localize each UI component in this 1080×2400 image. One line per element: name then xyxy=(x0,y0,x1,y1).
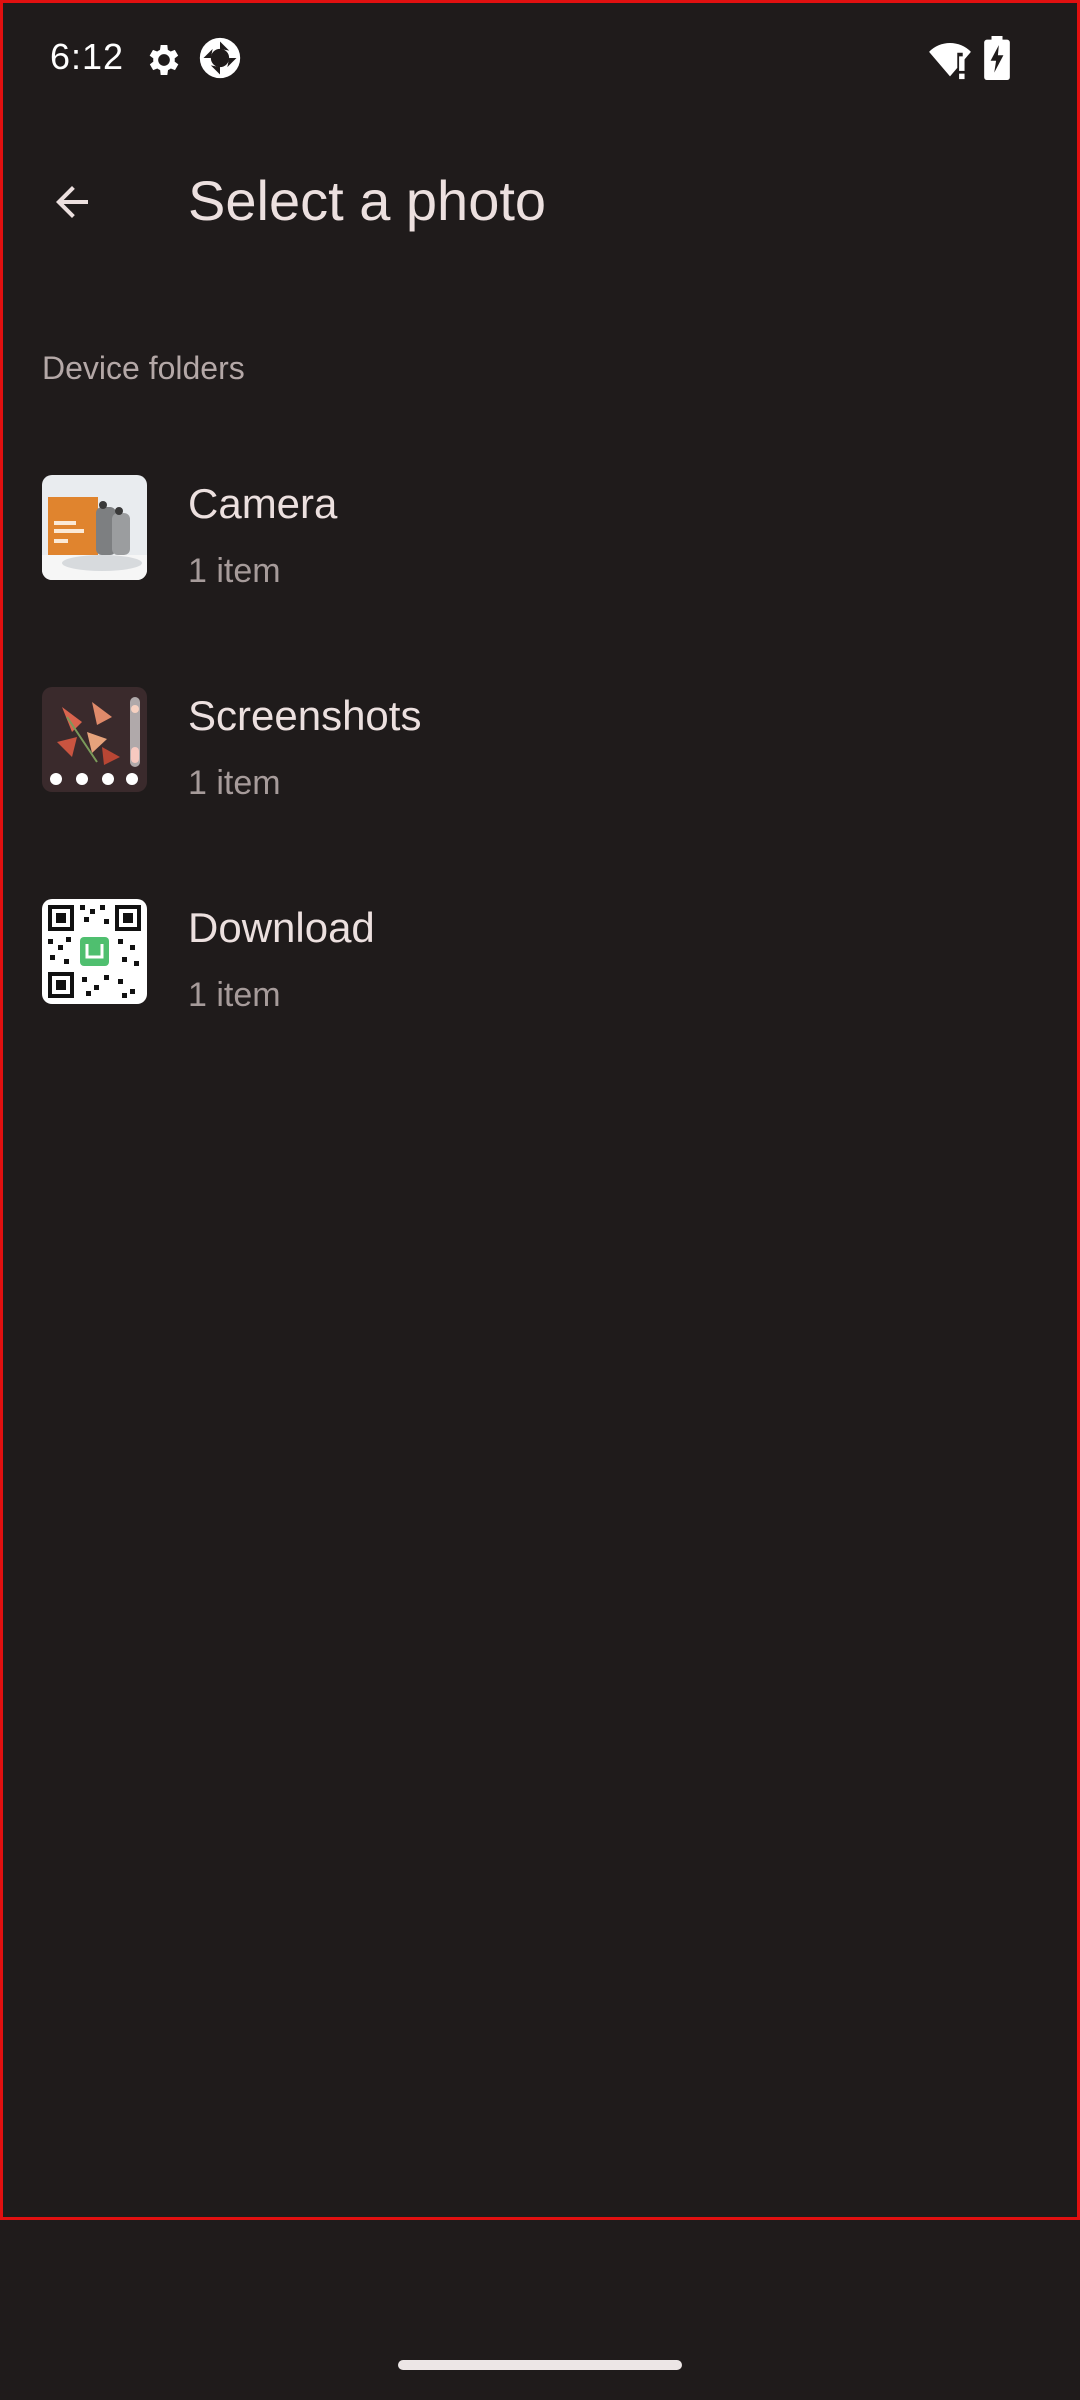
folder-name: Camera xyxy=(188,480,338,527)
app-shutter-icon xyxy=(199,37,241,79)
folder-count: 1 item xyxy=(188,552,281,590)
gear-icon xyxy=(149,45,179,75)
folder-name: Download xyxy=(188,904,375,951)
wifi-alert-icon xyxy=(929,42,971,80)
arrow-back-icon xyxy=(56,186,88,218)
folder-item-download[interactable]: Download 1 item xyxy=(0,864,1080,1076)
folder-item-camera[interactable]: Camera 1 item xyxy=(0,440,1080,652)
highlight-border xyxy=(0,0,1080,2220)
back-button[interactable] xyxy=(30,160,114,244)
status-time: 6:12 xyxy=(50,36,125,77)
battery-charging-icon xyxy=(984,36,1010,80)
folder-name: Screenshots xyxy=(188,692,422,739)
folder-list: Camera 1 item Screenshots 1 item Downloa… xyxy=(0,440,1080,1076)
page-title: Select a photo xyxy=(188,169,547,232)
folder-item-screenshots[interactable]: Screenshots 1 item xyxy=(0,652,1080,864)
folder-count: 1 item xyxy=(188,976,281,1014)
screenshots-thumbnail xyxy=(42,687,147,792)
photo-picker-screen: 6:12 Select a photo Device folders Camer… xyxy=(0,0,1080,2400)
camera-thumbnail xyxy=(42,475,147,580)
gesture-nav-handle[interactable] xyxy=(398,2360,682,2370)
status-bar: 6:12 xyxy=(0,0,1080,120)
qr-code-thumbnail xyxy=(42,899,147,1004)
folder-count: 1 item xyxy=(188,764,281,802)
section-header-device-folders: Device folders xyxy=(42,350,245,386)
